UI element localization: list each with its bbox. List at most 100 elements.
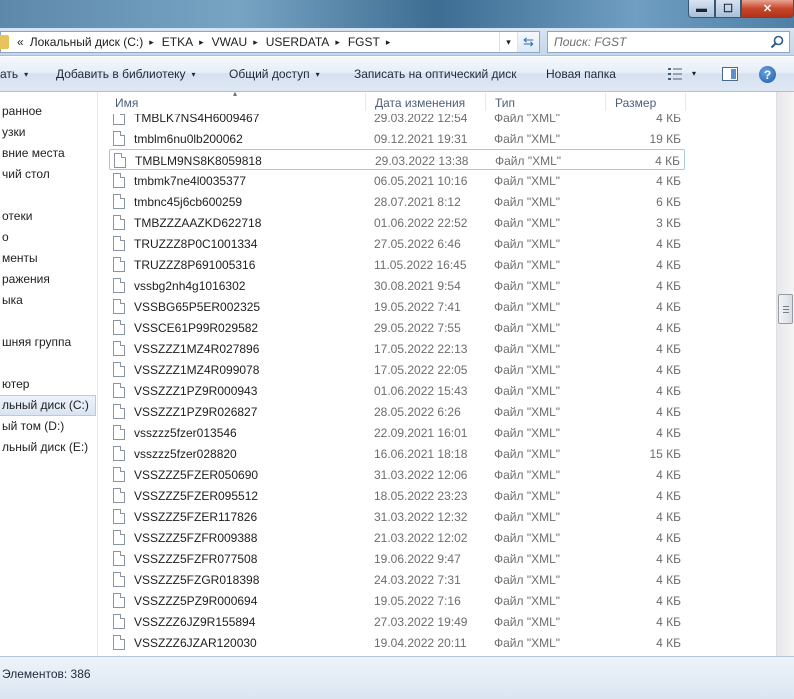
breadcrumb-arrow-icon[interactable]: ▸ (335, 37, 340, 48)
nav-item-desktop[interactable]: чий стол (0, 164, 50, 185)
file-size: 4 КБ (656, 573, 681, 587)
breadcrumb-arrow-icon[interactable]: ▸ (386, 37, 391, 48)
view-options-icon[interactable] (668, 68, 682, 80)
table-row[interactable]: TRUZZZ8P691005316 11.05.2022 16:45 Файл "X… (109, 254, 685, 275)
nav-item-local-disk-c[interactable]: льный диск (C:) (0, 395, 96, 416)
new-folder-button[interactable]: Новая папка (546, 67, 616, 81)
table-row[interactable]: VSSZZZ6JZAR120030 19.04.2022 20:11 Файл "X… (109, 632, 685, 653)
file-date: 30.08.2021 9:54 (374, 279, 461, 293)
column-divider[interactable] (485, 93, 486, 111)
file-type: Файл "XML" (494, 216, 561, 230)
file-type: Файл "XML" (494, 300, 561, 314)
nav-item-documents[interactable]: менты (0, 248, 38, 269)
table-row[interactable]: tmbnc45j6cb600259 28.07.2021 8:12 Файл "XM… (109, 191, 685, 212)
search-icon[interactable] (770, 35, 784, 49)
file-type: Файл "XML" (494, 447, 561, 461)
breadcrumb-item[interactable]: Локальный диск (C:) (30, 35, 144, 49)
help-icon[interactable]: ? (759, 66, 776, 83)
xml-file-icon (113, 593, 125, 608)
breadcrumb-arrow-icon[interactable]: ▸ (253, 37, 258, 48)
file-size: 4 КБ (656, 321, 681, 335)
view-dropdown-icon[interactable]: ▾ (692, 69, 696, 78)
breadcrumb-item[interactable]: VWAU (212, 35, 248, 49)
table-row[interactable]: VSSZZZ6JZ9R155894 27.03.2022 19:49 Файл "X… (109, 611, 685, 632)
column-divider[interactable] (685, 93, 686, 111)
xml-file-icon (113, 509, 125, 524)
file-size: 4 КБ (656, 426, 681, 440)
search-box[interactable] (547, 31, 790, 53)
column-name[interactable]: Имя (115, 96, 138, 110)
table-row[interactable]: VSSZZZ5FZER117826 31.03.2022 12:32 Файл "X… (109, 506, 685, 527)
breadcrumb-overflow-icon[interactable]: « (17, 35, 24, 49)
table-row[interactable]: VSSZZZ1PZ9R026827 28.05.2022 6:26 Файл "XM… (109, 401, 685, 422)
file-name: VSSZZZ1MZ4R027896 (134, 342, 260, 356)
address-bar[interactable]: « Локальный диск (C:) ▸ ETKA ▸ VWAU ▸ US… (0, 31, 540, 53)
search-input[interactable] (554, 35, 764, 49)
organize-button[interactable]: ать ▾ (0, 67, 28, 81)
nav-item-downloads[interactable]: узки (0, 122, 25, 143)
organize-label: ать (0, 67, 19, 81)
column-type[interactable]: Тип (495, 96, 515, 110)
table-row[interactable]: tmblm6nu0lb200062 09.12.2021 19:31 Файл "X… (109, 128, 685, 149)
nav-item-video[interactable]: о (0, 227, 9, 248)
nav-item-music[interactable]: ыка (0, 290, 23, 311)
nav-item-pictures[interactable]: ражения (0, 269, 50, 290)
table-row[interactable]: VSSZZZ1MZ4R099078 17.05.2022 22:05 Файл "X… (109, 359, 685, 380)
table-row[interactable]: VSSZZZ5FZER050690 31.03.2022 12:06 Файл "X… (109, 464, 685, 485)
column-date[interactable]: Дата изменения (375, 96, 465, 110)
breadcrumb-item[interactable]: USERDATA (266, 35, 330, 49)
breadcrumb-arrow-icon[interactable]: ▸ (149, 37, 154, 48)
table-row[interactable]: VSSZZZ5FZER095512 18.05.2022 23:23 Файл "X… (109, 485, 685, 506)
add-to-library-button[interactable]: Добавить в библиотеку ▾ (56, 67, 196, 81)
file-date: 01.06.2022 22:52 (374, 216, 468, 230)
table-row[interactable]: TMBLM9NS8K8059818 29.03.2022 13:38 Файл "X… (109, 149, 685, 170)
preview-pane-icon[interactable] (722, 67, 738, 81)
xml-file-icon (113, 572, 125, 587)
burn-to-disc-button[interactable]: Записать на оптический диск (354, 67, 517, 81)
nav-item-recent-places[interactable]: вние места (0, 143, 65, 164)
table-row[interactable]: VSSZZZ1PZ9R000943 01.06.2022 15:43 Файл "X… (109, 380, 685, 401)
sort-ascending-icon: ▴ (233, 92, 238, 98)
refresh-icon[interactable]: ⇆ (517, 32, 539, 52)
table-row[interactable]: VSSZZZ5FZFR009388 21.03.2022 12:02 Файл "X… (109, 527, 685, 548)
table-row[interactable]: TRUZZZ8P0C1001334 27.05.2022 6:46 Файл "XM… (109, 233, 685, 254)
xml-file-icon (114, 153, 126, 168)
table-row[interactable]: TMBZZZAAZKD622718 01.06.2022 22:52 Файл "X… (109, 212, 685, 233)
window-titlebar[interactable]: ▬ ☐ ✕ (0, 0, 794, 28)
table-row[interactable]: VSSZZZ1MZ4R027896 17.05.2022 22:13 Файл "X… (109, 338, 685, 359)
close-button[interactable]: ✕ (741, 0, 794, 18)
table-row[interactable]: vssbg2nh4g1016302 30.08.2021 9:54 Файл "XM… (109, 275, 685, 296)
nav-item-libraries[interactable]: отеки (0, 206, 32, 227)
breadcrumb-item[interactable]: FGST (348, 35, 380, 49)
table-row[interactable]: VSSZZZ5PZ9R000694 19.05.2022 7:16 Файл "XM… (109, 590, 685, 611)
breadcrumb-item[interactable]: ETKA (162, 35, 193, 49)
file-name: VSSZZZ5FZER117826 (134, 510, 258, 524)
nav-item-volume-d[interactable]: ый том (D:) (0, 416, 64, 437)
xml-file-icon (113, 530, 125, 545)
nav-item-computer[interactable]: ютер (0, 374, 29, 395)
vertical-scrollbar[interactable] (776, 92, 794, 656)
nav-item-local-disk-e[interactable]: льный диск (E:) (0, 437, 88, 458)
table-row[interactable]: VSSBG65P5ER002325 19.05.2022 7:41 Файл "XM… (109, 296, 685, 317)
maximize-button[interactable]: ☐ (715, 0, 741, 18)
minimize-button[interactable]: ▬ (688, 0, 715, 18)
table-row[interactable]: tmbmk7ne4l0035377 06.05.2021 10:16 Файл "X… (109, 170, 685, 191)
column-size[interactable]: Размер (615, 96, 656, 110)
share-label: Общий доступ (229, 67, 310, 81)
table-row[interactable]: vsszzz5fzer028820 16.06.2021 18:18 Файл "X… (109, 443, 685, 464)
breadcrumb-arrow-icon[interactable]: ▸ (199, 37, 204, 48)
nav-item-favorites[interactable]: ранное (0, 101, 42, 122)
column-divider[interactable] (605, 93, 606, 111)
table-row[interactable]: VSSZZZ5FZFR077508 19.06.2022 9:47 Файл "XM… (109, 548, 685, 569)
table-row[interactable]: VSSZZZ5FZGR018398 24.03.2022 7:31 Файл "XM… (109, 569, 685, 590)
share-button[interactable]: Общий доступ ▾ (229, 67, 320, 81)
column-divider[interactable] (365, 93, 366, 111)
nav-item-homegroup[interactable]: шняя группа (0, 332, 71, 353)
table-row[interactable]: VSSCE61P99R029582 29.05.2022 7:55 Файл "XM… (109, 317, 685, 338)
file-date: 17.05.2022 22:05 (374, 363, 468, 377)
table-row[interactable]: vsszzz5fzer013546 22.09.2021 16:01 Файл "X… (109, 422, 685, 443)
scrollbar-thumb[interactable] (778, 294, 793, 324)
file-name: VSSZZZ6JZ9R155894 (134, 615, 256, 629)
chevron-down-icon: ▾ (24, 70, 29, 79)
address-history-dropdown-icon[interactable]: ▾ (499, 32, 517, 52)
